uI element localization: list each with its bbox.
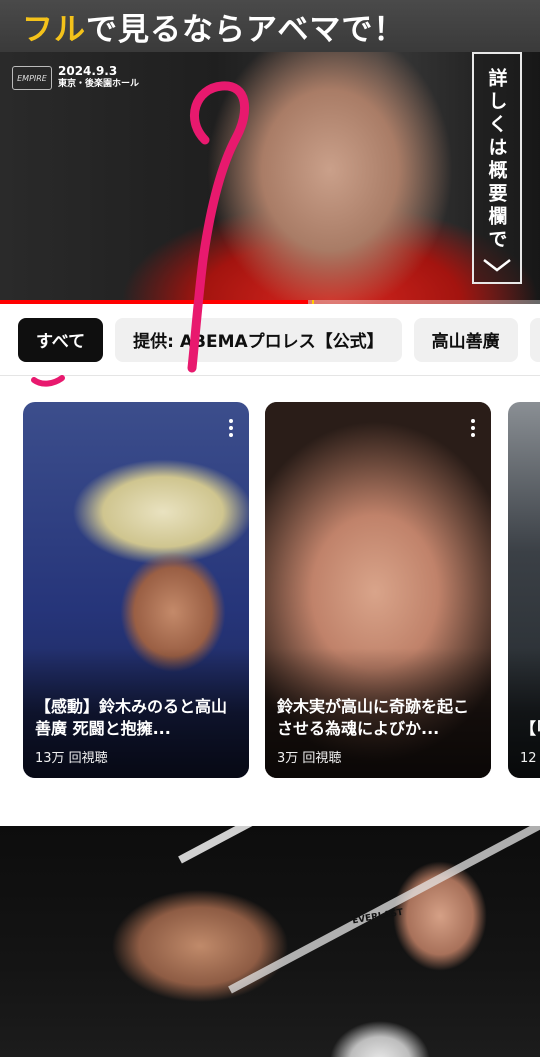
description-callout-text: 詳しくは概要欄で xyxy=(485,68,508,252)
filter-chip-bar: すべて 提供: ABEMAプロレス【公式】 高山善廣 xyxy=(0,304,540,376)
promo-banner-text: フルで見るならアベマで！ xyxy=(22,4,405,49)
more-options-icon[interactable] xyxy=(465,416,481,440)
event-info: 2024.9.3 東京・後楽園ホール xyxy=(58,64,139,90)
promo-banner: フルで見るならアベマで！ xyxy=(0,0,540,52)
chip-provider[interactable]: 提供: ABEMAプロレス【公式】 xyxy=(115,317,402,362)
more-options-icon[interactable] xyxy=(223,416,239,440)
chip-all[interactable]: すべて xyxy=(18,317,104,362)
promo-banner-rest: で見るならアベマで！ xyxy=(86,11,406,48)
short-card[interactable]: 【「 12 xyxy=(508,402,540,778)
short-title: 鈴木実が高山に奇跡を起こさせる為魂によびか... xyxy=(277,697,470,738)
short-views: 3万 回視聴 xyxy=(277,751,342,766)
promo-banner-highlight: フル xyxy=(22,11,86,48)
short-views: 13万 回視聴 xyxy=(35,751,108,766)
chip-takayama[interactable]: 高山善廣 xyxy=(413,317,518,362)
chevron-down-icon xyxy=(483,259,511,272)
chip-more[interactable] xyxy=(529,317,540,362)
video-player[interactable]: フルで見るならアベマで！ EMPIRE 2024.9.3 東京・後楽園ホール 詳… xyxy=(0,0,540,304)
short-card[interactable]: 【感動】鈴木みのると高山善廣 死闘と抱擁... 13万 回視聴 xyxy=(23,402,249,778)
description-callout: 詳しくは概要欄で xyxy=(472,52,522,284)
event-date: 2024.9.3 xyxy=(58,64,118,78)
video-thumbnail[interactable] xyxy=(0,826,540,1057)
short-views: 12 xyxy=(520,751,537,766)
short-title: 【「 xyxy=(520,719,540,738)
event-logo: EMPIRE xyxy=(12,66,52,90)
short-card[interactable]: 鈴木実が高山に奇跡を起こさせる為魂によびか... 3万 回視聴 xyxy=(265,402,491,778)
event-venue: 東京・後楽園ホール xyxy=(58,79,140,89)
shorts-shelf: 【感動】鈴木みのると高山善廣 死闘と抱擁... 13万 回視聴 鈴木実が高山に奇… xyxy=(0,402,540,780)
short-title: 【感動】鈴木みのると高山善廣 死闘と抱擁... xyxy=(35,697,228,738)
